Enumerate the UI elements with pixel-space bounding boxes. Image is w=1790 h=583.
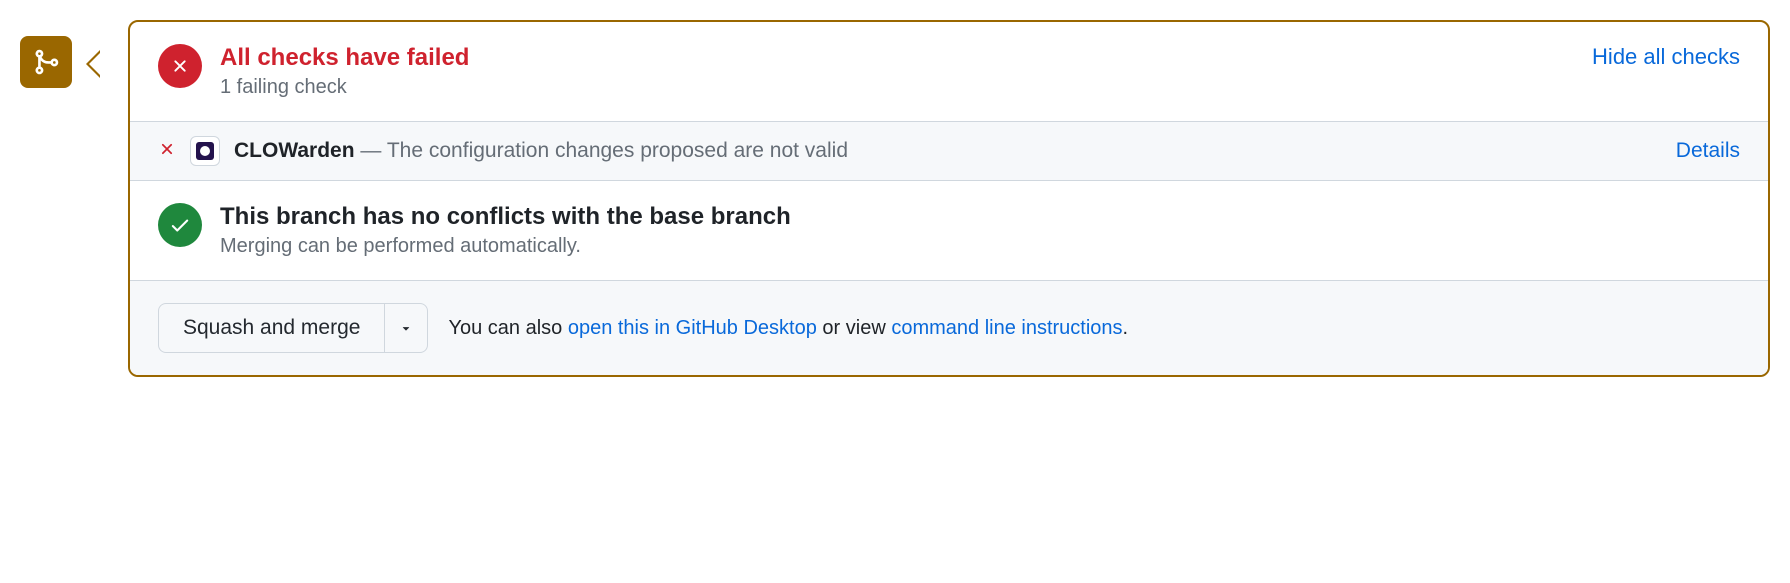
git-merge-icon [32,48,60,76]
hide-checks-link[interactable]: Hide all checks [1592,44,1740,70]
check-item-text: CLOWarden — The configuration changes pr… [234,139,1676,163]
merge-options-dropdown[interactable] [384,303,428,353]
check-details-link[interactable]: Details [1676,139,1740,163]
open-desktop-link[interactable]: open this in GitHub Desktop [568,317,817,339]
fail-status-icon [158,44,202,88]
check-app-avatar [190,136,220,166]
squash-merge-button[interactable]: Squash and merge [158,303,384,353]
checks-title: All checks have failed [220,44,1592,72]
cli-instructions-link[interactable]: command line instructions [891,317,1122,339]
merge-box-container: All checks have failed 1 failing check H… [20,20,1770,377]
merge-status-section: This branch has no conflicts with the ba… [130,181,1768,281]
check-item-row: CLOWarden — The configuration changes pr… [130,122,1768,181]
merge-status-title: This branch has no conflicts with the ba… [220,203,1740,231]
checks-subtitle: 1 failing check [220,76,1592,99]
check-name: CLOWarden [234,139,355,162]
merge-status-subtitle: Merging can be performed automatically. [220,235,1740,258]
merge-help-text: You can also open this in GitHub Desktop… [448,317,1128,340]
checks-summary-content: All checks have failed 1 failing check [220,44,1592,99]
timeline-badge [20,36,72,88]
triangle-down-icon [399,321,413,335]
check-icon [169,214,191,236]
merge-actions-section: Squash and merge You can also open this … [130,281,1768,375]
x-icon [158,138,176,164]
check-description: The configuration changes proposed are n… [387,139,848,162]
merge-button-group: Squash and merge [158,303,428,353]
merge-status-content: This branch has no conflicts with the ba… [220,203,1740,258]
checks-summary-section: All checks have failed 1 failing check H… [130,22,1768,122]
success-status-icon [158,203,202,247]
x-icon [170,56,190,76]
merge-panel: All checks have failed 1 failing check H… [128,20,1770,377]
